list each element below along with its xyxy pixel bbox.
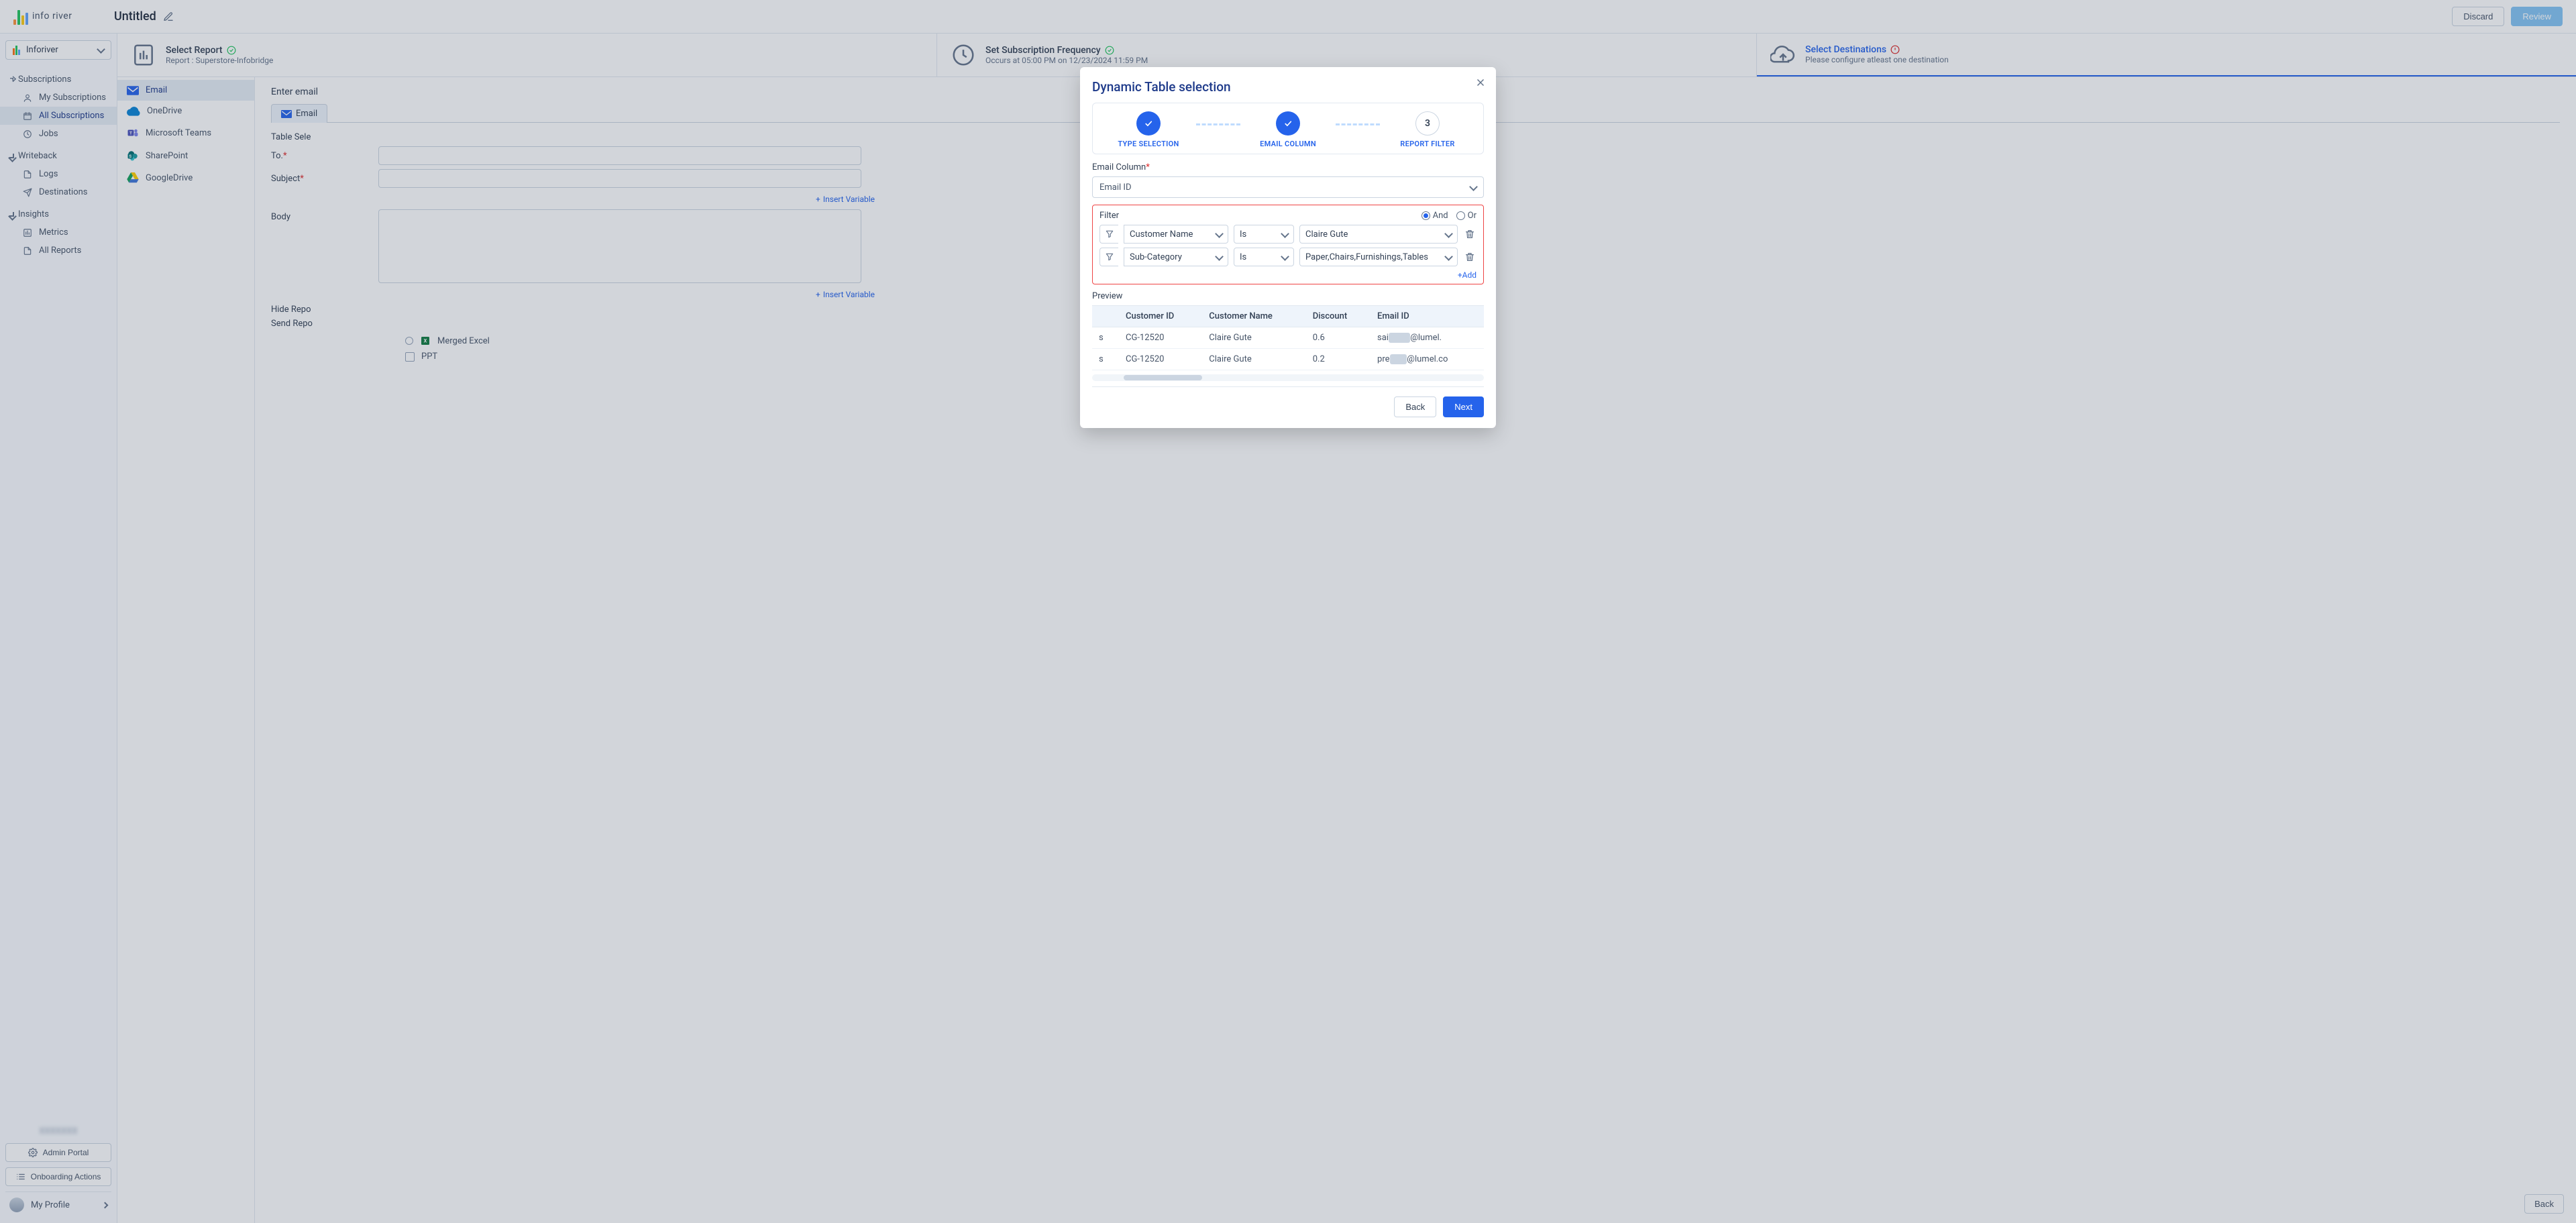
filter-operator-value: Is — [1240, 252, 1246, 262]
filter-value-text: Paper,Chairs,Furnishings,Tables — [1305, 252, 1428, 262]
td: Claire Gute — [1202, 349, 1305, 370]
filter-value-select[interactable]: Claire Gute — [1299, 225, 1458, 244]
filter-row: Customer Name Is Claire Gute — [1099, 225, 1477, 244]
th: Customer Name — [1202, 306, 1305, 327]
modal-title: Dynamic Table selection — [1092, 79, 1484, 95]
chevron-down-icon — [1470, 182, 1477, 193]
filter-operator-select[interactable]: Is — [1234, 225, 1294, 244]
chevron-down-icon — [1446, 229, 1452, 240]
email-prefix: pre — [1377, 354, 1389, 364]
chevron-down-icon — [1216, 229, 1222, 240]
filter-operator-value: Is — [1240, 229, 1246, 240]
wizard-connector — [1196, 123, 1240, 125]
td: CG-12520 — [1119, 327, 1202, 349]
td: 0.2 — [1306, 349, 1371, 370]
filter-column-value: Sub-Category — [1130, 252, 1182, 262]
preview-label: Preview — [1092, 291, 1484, 301]
wizard-step-label: EMAIL COLUMN — [1260, 140, 1316, 148]
th: Customer ID — [1119, 306, 1202, 327]
preview-table: Customer ID Customer Name Discount Email… — [1092, 306, 1484, 370]
filter-column-select[interactable]: Sub-Category — [1124, 248, 1228, 266]
filter-icon — [1099, 248, 1118, 266]
td: CG-12520 — [1119, 349, 1202, 370]
td: prexxxx@lumel.co — [1371, 349, 1484, 370]
filter-label: Filter — [1099, 211, 1119, 221]
email-column-label: Email Column — [1092, 162, 1146, 172]
wizard-step-2[interactable]: EMAIL COLUMN — [1244, 111, 1332, 148]
th: Email ID — [1371, 306, 1484, 327]
radio-label: Or — [1468, 211, 1477, 221]
check-icon — [1283, 119, 1293, 128]
radio-label: And — [1433, 211, 1448, 221]
modal-back-button[interactable]: Back — [1394, 396, 1436, 417]
check-icon — [1143, 119, 1154, 128]
filter-value-select[interactable]: Paper,Chairs,Furnishings,Tables — [1299, 248, 1458, 266]
table-row: s CG-12520 Claire Gute 0.2 prexxxx@lumel… — [1092, 349, 1484, 370]
chevron-down-icon — [1446, 252, 1452, 262]
th: Discount — [1306, 306, 1371, 327]
modal-overlay: Dynamic Table selection TYPE SELECTION E… — [0, 0, 2576, 1223]
horizontal-scrollbar[interactable] — [1092, 374, 1484, 381]
td: s — [1092, 349, 1119, 370]
modal-next-button[interactable]: Next — [1443, 396, 1484, 417]
filter-icon — [1099, 225, 1118, 244]
delete-filter-button[interactable] — [1463, 229, 1477, 240]
email-suffix: @lumel.co — [1407, 354, 1448, 364]
email-suffix: @lumel. — [1410, 333, 1442, 343]
wizard-step-number: 3 — [1415, 111, 1440, 136]
wizard-connector — [1336, 123, 1380, 125]
filter-column-select[interactable]: Customer Name — [1124, 225, 1228, 244]
td: s — [1092, 327, 1119, 349]
dynamic-table-modal: Dynamic Table selection TYPE SELECTION E… — [1080, 67, 1496, 428]
chevron-down-icon — [1216, 252, 1222, 262]
chevron-down-icon — [1282, 252, 1288, 262]
wizard-step-label: TYPE SELECTION — [1118, 140, 1179, 148]
filter-value-text: Claire Gute — [1305, 229, 1348, 240]
wizard-step-3[interactable]: 3 REPORT FILTER — [1384, 111, 1471, 148]
filter-and-radio[interactable]: And — [1421, 211, 1448, 221]
th — [1092, 306, 1119, 327]
filter-or-radio[interactable]: Or — [1456, 211, 1477, 221]
wizard-step-label: REPORT FILTER — [1400, 140, 1454, 148]
email-column-value: Email ID — [1099, 182, 1131, 193]
close-icon[interactable] — [1474, 76, 1487, 89]
delete-filter-button[interactable] — [1463, 252, 1477, 262]
td: 0.6 — [1306, 327, 1371, 349]
filter-column-value: Customer Name — [1130, 229, 1193, 240]
email-column-select[interactable]: Email ID — [1092, 176, 1484, 198]
td: saixxxxx@lumel. — [1371, 327, 1484, 349]
td: Claire Gute — [1202, 327, 1305, 349]
add-filter-button[interactable]: +Add — [1099, 270, 1477, 280]
filter-row: Sub-Category Is Paper,Chairs,Furnishings… — [1099, 248, 1477, 266]
chevron-down-icon — [1282, 229, 1288, 240]
wizard-step-1[interactable]: TYPE SELECTION — [1105, 111, 1192, 148]
filter-operator-select[interactable]: Is — [1234, 248, 1294, 266]
email-prefix: sai — [1377, 333, 1389, 343]
table-row: s CG-12520 Claire Gute 0.6 saixxxxx@lume… — [1092, 327, 1484, 349]
